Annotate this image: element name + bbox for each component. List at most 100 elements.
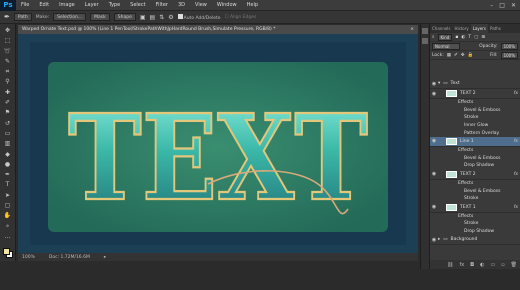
effects-header[interactable]: Effects xyxy=(430,99,520,107)
eraser-tool-icon[interactable]: ▭ xyxy=(2,129,13,138)
fx-icon[interactable]: fx xyxy=(514,172,518,177)
minimize-icon[interactable]: – xyxy=(490,2,493,9)
marquee-tool-icon[interactable]: ⬚ xyxy=(2,36,13,45)
path-operations-icon[interactable]: ▣ xyxy=(140,14,146,21)
filter-pixel-icon[interactable]: ▪ xyxy=(455,35,458,40)
auto-add-delete-checkbox[interactable]: Auto Add/Delete xyxy=(177,13,221,21)
crop-tool-icon[interactable]: ⌗ xyxy=(2,67,13,76)
tab-paths[interactable]: Paths xyxy=(488,24,503,33)
blend-mode-select[interactable]: Normal xyxy=(432,42,460,50)
lasso-tool-icon[interactable]: ➰ xyxy=(2,47,13,56)
zoom-level[interactable]: 100% xyxy=(22,255,35,260)
link-layers-icon[interactable]: ⛓ xyxy=(447,262,453,268)
menu-edit[interactable]: Edit xyxy=(34,2,54,8)
lock-all-icon[interactable]: 🔒 xyxy=(468,53,474,58)
history-icon[interactable] xyxy=(422,28,428,34)
effect-item[interactable]: Drop Shadow xyxy=(430,162,520,170)
opacity-input[interactable]: 100% xyxy=(500,42,518,50)
fill-input[interactable]: 100% xyxy=(500,51,518,59)
effect-item[interactable]: Inner Glow xyxy=(430,122,520,130)
visibility-eye-icon[interactable]: ◉ xyxy=(430,91,438,97)
settings-gear-icon[interactable]: ⚙ xyxy=(168,14,173,21)
hand-tool-icon[interactable]: ✋ xyxy=(2,211,13,220)
align-edges-checkbox[interactable]: ☐ Align Edges xyxy=(225,15,257,20)
properties-icon[interactable] xyxy=(422,38,428,44)
tab-layers[interactable]: Layers xyxy=(470,24,488,33)
history-brush-tool-icon[interactable]: ↺ xyxy=(2,119,13,128)
path-alignment-icon[interactable]: ▤ xyxy=(150,14,156,21)
effects-header[interactable]: Effects xyxy=(430,180,520,188)
effect-item[interactable]: Bevel & Emboss xyxy=(430,155,520,163)
effect-item[interactable]: Stroke xyxy=(430,195,520,203)
mask-button[interactable]: Mask xyxy=(90,13,110,21)
menu-help[interactable]: Help xyxy=(242,2,263,8)
delete-layer-icon[interactable]: 🗑 xyxy=(511,262,517,268)
extra-tools-icon[interactable]: … xyxy=(2,232,13,241)
expand-arrow-icon[interactable]: ▾ xyxy=(438,81,440,86)
shape-button[interactable]: Shape xyxy=(113,13,136,21)
fx-icon[interactable]: fx xyxy=(514,91,518,96)
close-tab-icon[interactable]: × xyxy=(410,25,418,34)
visibility-eye-icon[interactable]: ◉ xyxy=(430,138,438,144)
lock-move-icon[interactable]: ✥ xyxy=(461,53,465,58)
clone-stamp-tool-icon[interactable]: ⚑ xyxy=(2,108,13,117)
dodge-tool-icon[interactable]: ● xyxy=(2,160,13,169)
fx-icon[interactable]: fx xyxy=(514,139,518,144)
pen-tool-icon[interactable]: ✒ xyxy=(2,170,13,179)
effect-item[interactable]: Stroke xyxy=(430,114,520,122)
filter-adjust-icon[interactable]: ◐ xyxy=(461,35,465,40)
layer-row[interactable]: ◉ TEXT 2 fx xyxy=(430,170,520,180)
path-arrange-icon[interactable]: ⇅ xyxy=(159,14,164,21)
menu-window[interactable]: Window xyxy=(212,2,242,8)
lock-transparent-icon[interactable]: ▦ xyxy=(447,53,451,58)
type-tool-icon[interactable]: T xyxy=(2,180,13,189)
add-mask-icon[interactable]: ◘ xyxy=(470,262,474,268)
selection-button[interactable]: Selection... xyxy=(53,13,87,21)
menu-view[interactable]: View xyxy=(190,2,212,8)
effect-item[interactable]: Drop Shadow xyxy=(430,228,520,236)
effects-header[interactable]: Effects xyxy=(430,213,520,221)
filter-type-icon[interactable]: T xyxy=(468,35,471,40)
artwork[interactable]: TEXT xyxy=(18,34,418,253)
filter-smart-icon[interactable]: ⊞ xyxy=(481,35,485,40)
eyedropper-tool-icon[interactable]: ⚲ xyxy=(2,77,13,86)
tab-channels[interactable]: Channels xyxy=(430,24,453,33)
filter-kind-select[interactable]: Kind xyxy=(437,33,453,41)
add-style-icon[interactable]: fx xyxy=(459,262,464,268)
menu-type[interactable]: Type xyxy=(104,2,125,8)
brush-tool-icon[interactable]: ✐ xyxy=(2,98,13,107)
fx-icon[interactable]: fx xyxy=(514,205,518,210)
visibility-eye-icon[interactable]: ◉ xyxy=(430,171,438,177)
menu-3d[interactable]: 3D xyxy=(173,2,190,8)
menu-layer[interactable]: Layer xyxy=(80,2,104,8)
pen-tool-icon[interactable]: ✒ xyxy=(4,13,10,21)
tab-history[interactable]: History xyxy=(453,24,471,33)
menu-filter[interactable]: Filter xyxy=(151,2,173,8)
layer-row-selected[interactable]: ◉ Line 1 fx xyxy=(430,136,520,147)
document-tab[interactable]: Warped Ornate Text.psd @ 100% (Line 1 Pe… xyxy=(18,25,418,34)
healing-brush-tool-icon[interactable]: ✚ xyxy=(2,88,13,97)
filter-shape-icon[interactable]: ▢ xyxy=(474,35,478,40)
effect-item[interactable]: Bevel & Emboss xyxy=(430,187,520,195)
path-mode-select[interactable]: Path xyxy=(13,13,32,21)
effects-header[interactable]: Effects xyxy=(430,147,520,155)
move-tool-icon[interactable]: ✥ xyxy=(2,26,13,35)
new-layer-icon[interactable]: ▫ xyxy=(501,262,504,268)
blur-tool-icon[interactable]: ◆ xyxy=(2,150,13,159)
zoom-tool-icon[interactable]: ⚬ xyxy=(2,222,13,231)
effect-item[interactable]: Bevel & Emboss xyxy=(430,107,520,115)
close-icon[interactable]: ✕ xyxy=(511,2,516,9)
path-selection-tool-icon[interactable]: ➤ xyxy=(2,191,13,200)
maximize-icon[interactable]: □ xyxy=(499,2,505,9)
filter-search-icon[interactable]: ⌕ xyxy=(432,34,435,40)
status-arrow-icon[interactable]: ▸ xyxy=(104,255,106,260)
shape-tool-icon[interactable]: ▢ xyxy=(2,201,13,210)
visibility-eye-icon[interactable]: ◉ xyxy=(430,204,438,210)
new-fill-layer-icon[interactable]: ◐ xyxy=(480,262,484,268)
new-group-icon[interactable]: ▭ xyxy=(491,262,496,268)
lock-brush-icon[interactable]: ✐ xyxy=(454,53,458,58)
layer-row[interactable]: ◉ TEXT 1 fx xyxy=(430,203,520,213)
menu-file[interactable]: File xyxy=(16,2,34,8)
effect-item[interactable]: Stroke xyxy=(430,220,520,228)
effect-item[interactable]: Pattern Overlay xyxy=(430,129,520,137)
